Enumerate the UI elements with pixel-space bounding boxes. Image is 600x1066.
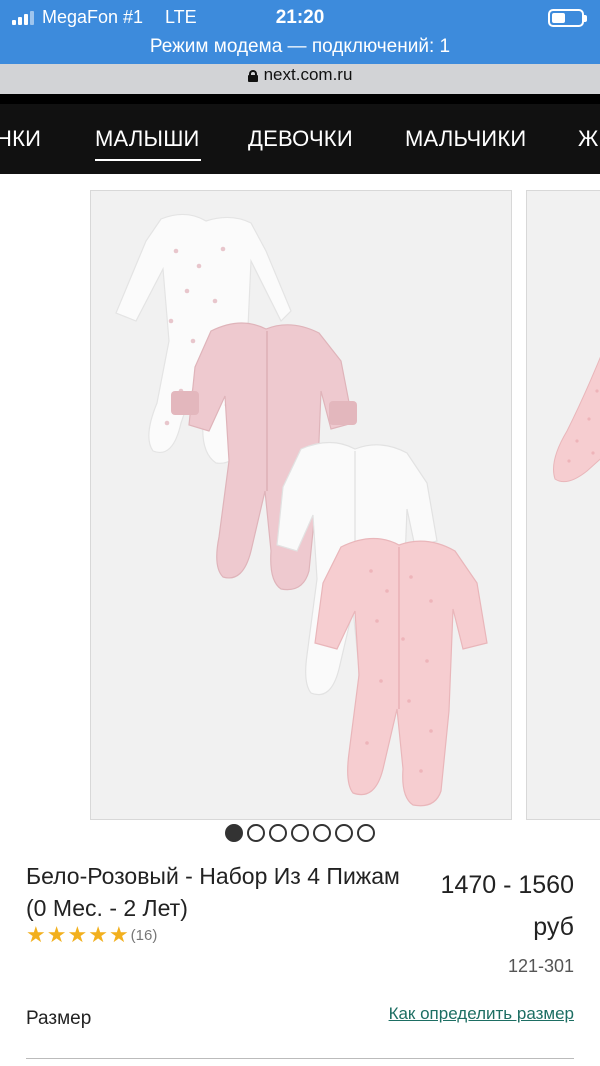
gallery-dot[interactable] <box>225 824 243 842</box>
rating-stars: ★★★★★ <box>26 924 130 947</box>
gallery-dot[interactable] <box>291 824 309 842</box>
price-currency: руб <box>533 913 574 941</box>
price-range: 1470 - 1560 <box>440 871 574 899</box>
star-icon: ★ <box>67 922 88 947</box>
nav-item-partial-left[interactable]: НКИ <box>0 126 41 152</box>
lock-icon <box>247 70 258 82</box>
category-nav: НКИ МАЛЫШИ ДЕВОЧКИ МАЛЬЧИКИ Ж <box>0 94 600 174</box>
gallery-dot[interactable] <box>357 824 375 842</box>
product-sku: 121-301 <box>507 956 574 976</box>
product-image-main[interactable] <box>90 190 512 820</box>
star-icon: ★ <box>46 922 67 947</box>
product-title: Бело-Розовый - Набор Из 4 Пижам (0 Мес. … <box>26 863 400 921</box>
size-select[interactable] <box>26 1058 574 1066</box>
gallery-dot[interactable] <box>335 824 353 842</box>
active-tab-underline <box>95 159 201 161</box>
battery-icon <box>548 9 587 27</box>
gallery-dot[interactable] <box>269 824 287 842</box>
gallery-dot[interactable] <box>247 824 265 842</box>
sleepsuit-pink-dotted <box>314 537 488 807</box>
nav-item-partial-right[interactable]: Ж <box>578 126 599 152</box>
gallery-dot[interactable] <box>313 824 331 842</box>
nav-item-girls[interactable]: ДЕВОЧКИ <box>248 126 353 152</box>
address-bar[interactable]: next.com.ru <box>0 64 600 94</box>
product-image-next[interactable] <box>526 190 600 820</box>
clock: 21:20 <box>275 7 325 28</box>
battery-level <box>552 13 565 23</box>
hotspot-banner[interactable]: Режим модема — подключений: 1 <box>0 36 600 58</box>
product-rating[interactable]: ★★★★★ (16) <box>26 924 157 947</box>
star-icon: ★ <box>26 922 46 947</box>
product-price: 1470 - 1560 руб <box>394 864 574 948</box>
star-icon: ★ <box>88 922 108 947</box>
url-text: next.com.ru <box>263 65 353 84</box>
gallery-pagination <box>0 824 600 846</box>
nav-item-babies[interactable]: МАЛЫШИ <box>95 126 200 152</box>
next-image-preview <box>553 356 600 483</box>
sleepsuits-illustration <box>115 213 488 807</box>
review-count: (16) <box>130 927 158 944</box>
nav-item-boys[interactable]: МАЛЬЧИКИ <box>405 126 526 152</box>
size-label: Размер <box>26 1008 92 1029</box>
product-gallery[interactable] <box>0 174 600 820</box>
size-guide-link[interactable]: Как определить размер <box>389 1004 574 1024</box>
status-row: MegaFon #1 LTE 21:20 <box>0 6 600 30</box>
star-icon: ★ <box>108 922 129 947</box>
status-bar: MegaFon #1 LTE 21:20 Режим модема — подк… <box>0 0 600 64</box>
